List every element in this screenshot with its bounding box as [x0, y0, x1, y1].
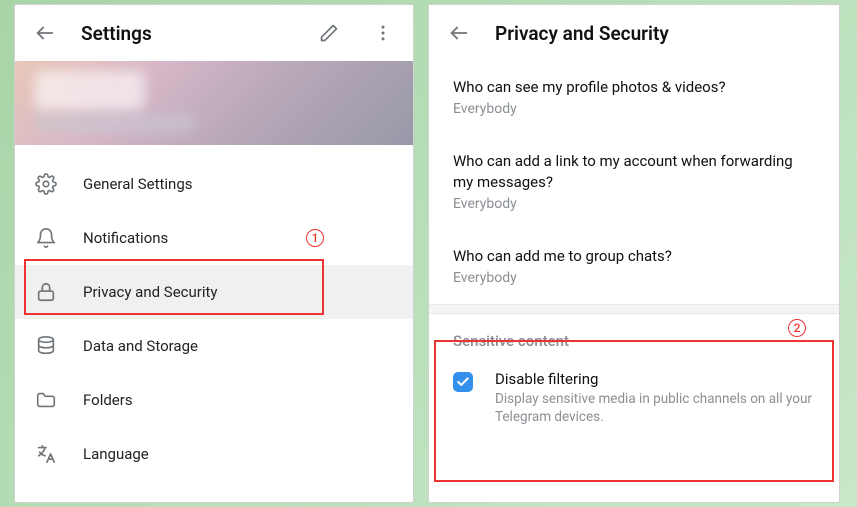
lock-icon	[35, 281, 57, 303]
sensitive-heading: Sensitive content	[429, 314, 839, 356]
settings-menu: General Settings Notifications Privacy a…	[15, 145, 413, 493]
checkbox-description: Display sensitive media in public channe…	[495, 390, 815, 426]
sidebar-item-privacy[interactable]: Privacy and Security	[15, 265, 413, 319]
sidebar-item-language[interactable]: Language	[15, 427, 413, 481]
gear-icon	[35, 173, 57, 195]
sidebar-item-data[interactable]: Data and Storage	[15, 319, 413, 373]
back-icon[interactable]	[441, 15, 477, 51]
privacy-value: Everybody	[453, 270, 815, 286]
privacy-panel: Privacy and Security Who can see my prof…	[428, 4, 840, 503]
checkbox-checked-icon[interactable]	[453, 372, 473, 392]
settings-panel: Settings General Settings Notifications …	[14, 4, 414, 503]
privacy-row-forward-link[interactable]: Who can add a link to my account when fo…	[429, 135, 839, 230]
checkbox-label: Disable filtering	[495, 370, 815, 388]
privacy-row-groups[interactable]: Who can add me to group chats? Everybody	[429, 230, 839, 304]
annotation-number-1: 1	[306, 229, 324, 247]
disable-filtering-row[interactable]: Disable filtering Display sensitive medi…	[429, 356, 839, 446]
sidebar-item-notifications[interactable]: Notifications	[15, 211, 413, 265]
bell-icon	[35, 227, 57, 249]
privacy-question: Who can add me to group chats?	[453, 246, 815, 266]
folder-icon	[35, 389, 57, 411]
privacy-header: Privacy and Security	[429, 5, 839, 61]
privacy-question: Who can see my profile photos & videos?	[453, 77, 815, 97]
settings-title: Settings	[81, 22, 293, 45]
language-icon	[35, 443, 57, 465]
sidebar-item-general[interactable]: General Settings	[15, 157, 413, 211]
privacy-value: Everybody	[453, 196, 815, 212]
privacy-row-photos[interactable]: Who can see my profile photos & videos? …	[429, 61, 839, 135]
database-icon	[35, 335, 57, 357]
back-icon[interactable]	[27, 15, 63, 51]
annotation-number-2: 2	[788, 319, 806, 337]
edit-icon[interactable]	[311, 15, 347, 51]
sidebar-item-folders[interactable]: Folders	[15, 373, 413, 427]
sidebar-item-label: Notifications	[83, 229, 168, 247]
sidebar-item-label: Folders	[83, 391, 133, 409]
sidebar-item-label: Data and Storage	[83, 337, 198, 355]
privacy-question: Who can add a link to my account when fo…	[453, 151, 815, 192]
sidebar-item-label: Privacy and Security	[83, 283, 218, 301]
more-icon[interactable]	[365, 15, 401, 51]
privacy-value: Everybody	[453, 101, 815, 117]
sidebar-item-label: Language	[83, 445, 149, 463]
section-divider	[429, 304, 839, 314]
settings-header: Settings	[15, 5, 413, 61]
privacy-title: Privacy and Security	[495, 22, 827, 45]
sidebar-item-label: General Settings	[83, 175, 193, 193]
profile-banner[interactable]	[15, 61, 413, 145]
